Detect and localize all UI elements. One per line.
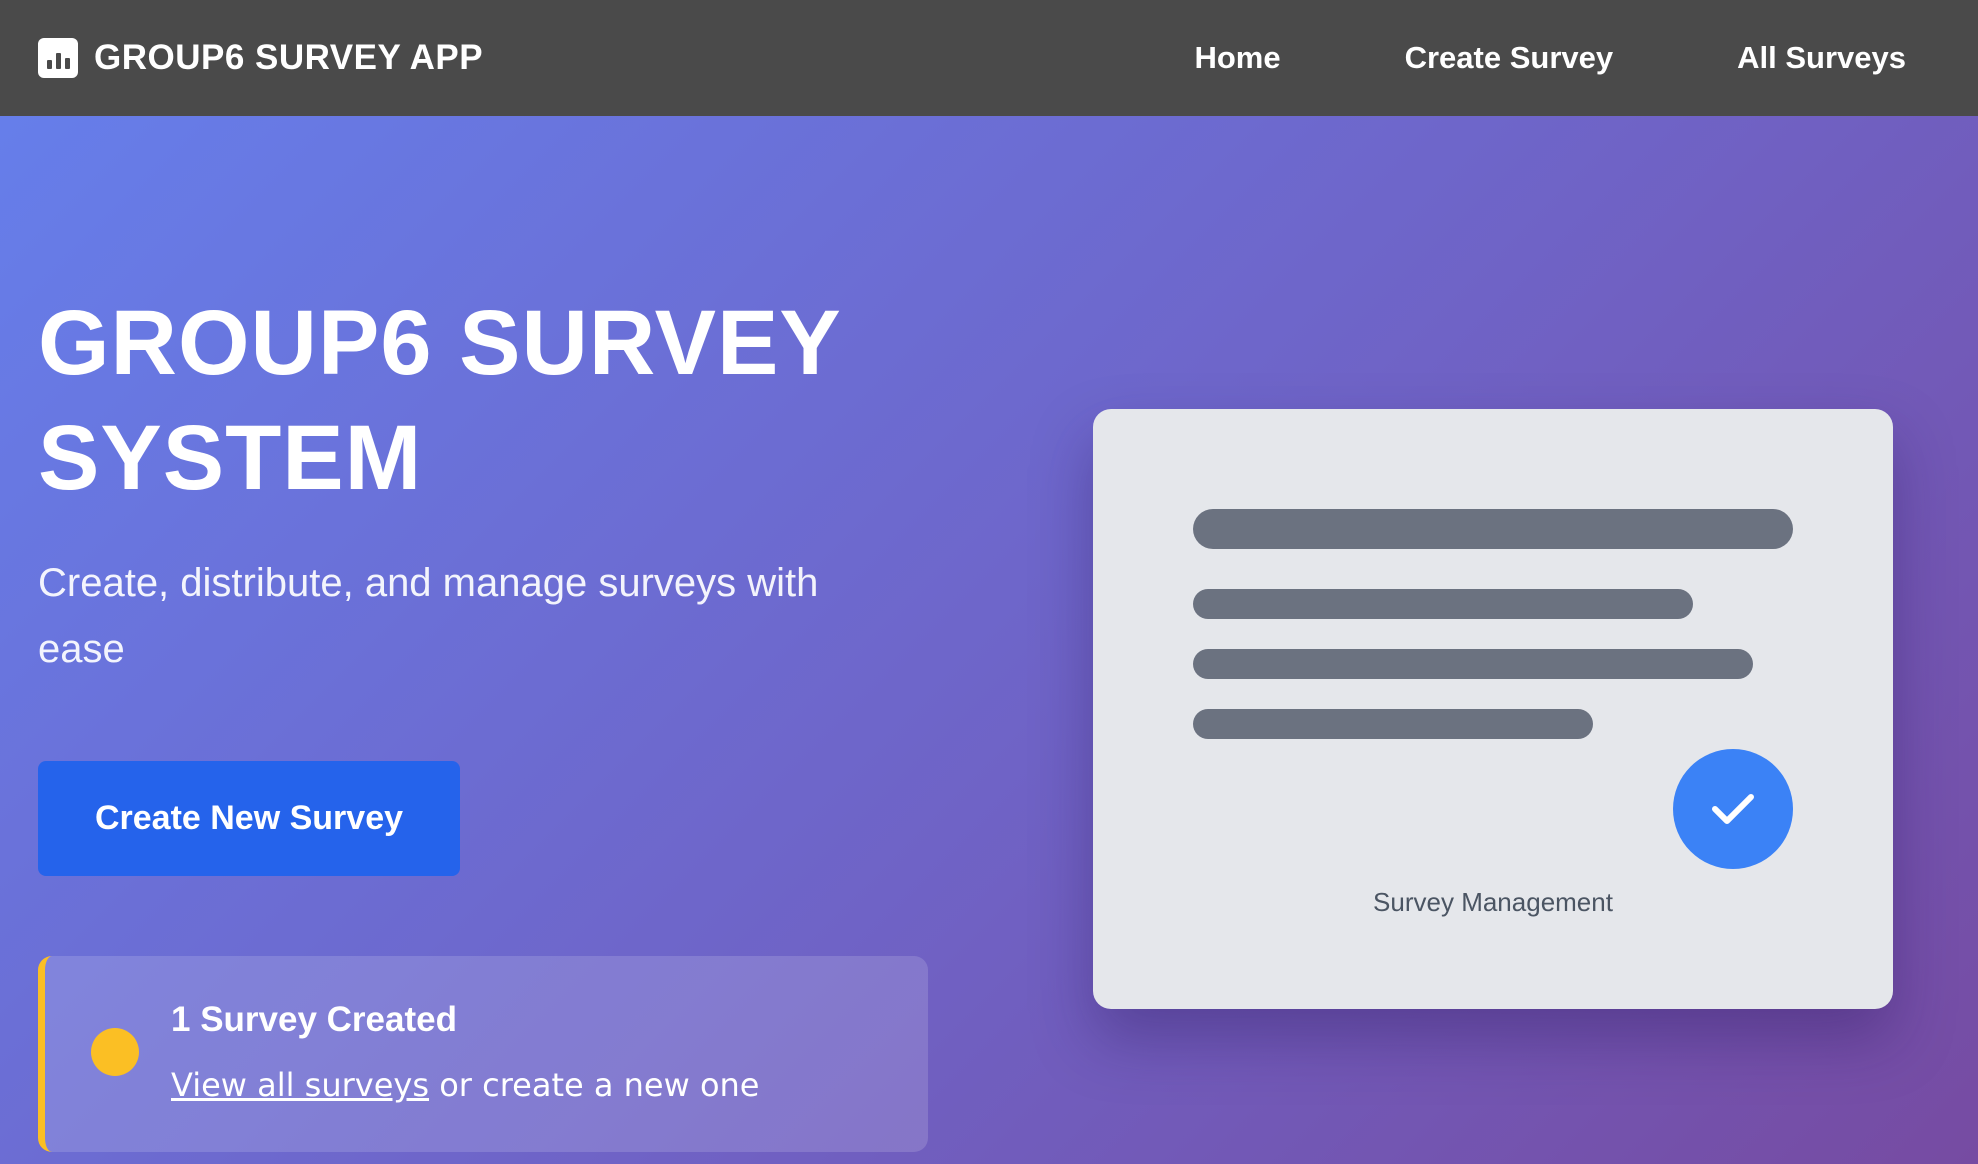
- nav-links: Home Create Survey All Surveys: [1194, 40, 1906, 76]
- nav-link-all-surveys[interactable]: All Surveys: [1737, 40, 1906, 76]
- hero-section: GROUP6 SURVEY SYSTEM Create, distribute,…: [0, 116, 1978, 1164]
- survey-count-description: View all surveys or create a new one: [171, 1066, 759, 1104]
- nav-link-home[interactable]: Home: [1194, 40, 1280, 76]
- create-new-suffix-text: or create a new one: [429, 1066, 760, 1104]
- hero-title: GROUP6 SURVEY SYSTEM: [38, 292, 841, 509]
- top-navbar: GROUP6 SURVEY APP Home Create Survey All…: [0, 0, 1978, 116]
- placeholder-line: [1193, 649, 1753, 679]
- survey-count-card: 1 Survey Created View all surveys or cre…: [38, 956, 928, 1152]
- hero-subtitle: Create, distribute, and manage surveys w…: [38, 561, 819, 671]
- survey-count-title: 1 Survey Created: [171, 1000, 457, 1039]
- bar-chart-icon: [38, 38, 78, 78]
- checkmark-icon: [1673, 749, 1793, 869]
- illustration-caption: Survey Management: [1373, 887, 1613, 917]
- placeholder-line: [1193, 589, 1693, 619]
- placeholder-line: [1193, 509, 1793, 549]
- view-all-surveys-link[interactable]: View all surveys: [171, 1066, 429, 1104]
- nav-link-create-survey[interactable]: Create Survey: [1405, 40, 1614, 76]
- placeholder-line: [1193, 709, 1593, 739]
- brand-title[interactable]: GROUP6 SURVEY APP: [94, 38, 483, 78]
- survey-illustration-card: Survey Management: [1093, 409, 1893, 1009]
- create-new-survey-button[interactable]: Create New Survey: [38, 761, 460, 876]
- status-dot-icon: [91, 1028, 139, 1076]
- brand[interactable]: GROUP6 SURVEY APP: [38, 38, 483, 78]
